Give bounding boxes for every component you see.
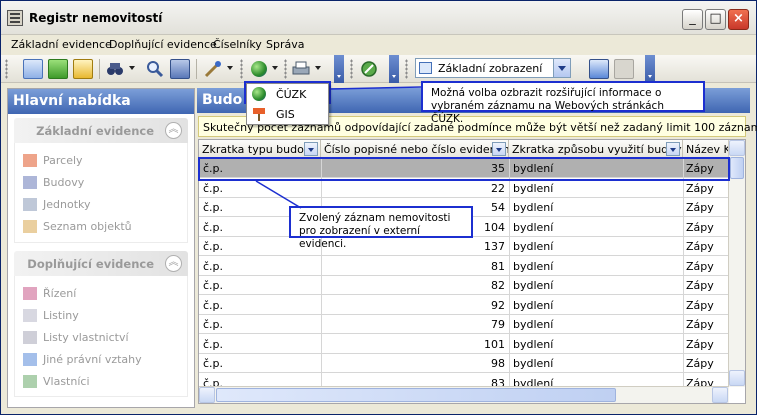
app-window: Registr nemovitostí _ □ × Základní evide… (0, 0, 757, 415)
callout-connectors (255, 86, 422, 209)
